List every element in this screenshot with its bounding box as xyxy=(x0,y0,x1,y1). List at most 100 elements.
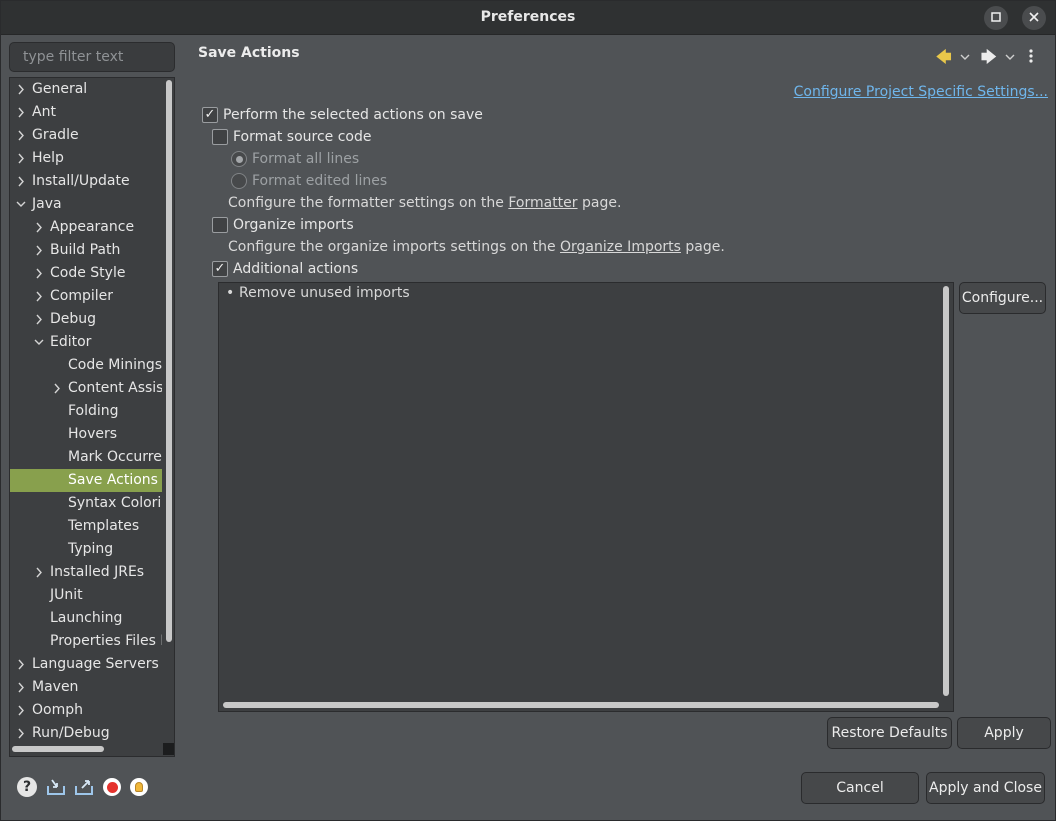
tree-item-label: Content Assist xyxy=(68,380,162,396)
tip-icon[interactable] xyxy=(128,776,150,798)
tree-item-installed-jres[interactable]: Installed JREs xyxy=(10,561,162,584)
forward-history-chevron-down-icon[interactable] xyxy=(1005,48,1015,71)
tree-item-save-actions[interactable]: Save Actions xyxy=(10,469,162,492)
tree-item-label: Maven xyxy=(32,679,79,695)
chevron-down-icon[interactable] xyxy=(32,331,46,354)
chevron-right-icon[interactable] xyxy=(14,699,28,722)
tree-item-typing[interactable]: Typing xyxy=(10,538,162,561)
tree-item-label: Compiler xyxy=(50,288,114,304)
tree-item-label: Debug xyxy=(50,311,97,327)
tree-item-mark-occurrences[interactable]: Mark Occurrences xyxy=(10,446,162,469)
chevron-right-icon[interactable] xyxy=(14,653,28,676)
organize-desc-prefix: Configure the organize imports settings … xyxy=(228,239,561,255)
chevron-right-icon[interactable] xyxy=(32,308,46,331)
chevron-right-icon[interactable] xyxy=(32,262,46,285)
tree-item-editor[interactable]: Editor xyxy=(10,331,162,354)
tree-item-run-debug[interactable]: Run/Debug xyxy=(10,722,162,742)
chevron-right-icon[interactable] xyxy=(32,285,46,308)
filter-input[interactable] xyxy=(9,42,175,72)
chevron-right-icon[interactable] xyxy=(32,239,46,262)
tree-item-label: Editor xyxy=(50,334,92,350)
tree-item-hovers[interactable]: Hovers xyxy=(10,423,162,446)
tree-item-junit[interactable]: JUnit xyxy=(10,584,162,607)
tree-item-general[interactable]: General xyxy=(10,78,162,101)
tree-item-install-update[interactable]: Install/Update xyxy=(10,170,162,193)
tree-item-properties-files-editor[interactable]: Properties Files Editor xyxy=(10,630,162,653)
checkbox-checked-icon: ✓ xyxy=(212,261,228,277)
tree-item-label: Ant xyxy=(32,104,56,120)
export-icon[interactable] xyxy=(73,776,95,798)
chevron-right-icon[interactable] xyxy=(32,561,46,584)
tree-item-code-minings[interactable]: Code Minings xyxy=(10,354,162,377)
help-icon[interactable]: ? xyxy=(17,777,37,797)
chevron-right-icon[interactable] xyxy=(14,722,28,742)
cancel-button[interactable]: Cancel xyxy=(801,772,919,804)
maximize-button[interactable] xyxy=(984,6,1008,30)
tree-item-oomph[interactable]: Oomph xyxy=(10,699,162,722)
tree-item-build-path[interactable]: Build Path xyxy=(10,239,162,262)
additional-actions-list[interactable]: • Remove unused imports xyxy=(218,282,954,712)
tree-item-label: Typing xyxy=(68,541,114,557)
tree-item-java[interactable]: Java xyxy=(10,193,162,216)
tree-item-gradle[interactable]: Gradle xyxy=(10,124,162,147)
back-arrow-icon[interactable]: 🡄 xyxy=(936,48,952,66)
tree-item-label: Hovers xyxy=(68,426,118,442)
tree-item-language-servers[interactable]: Language Servers xyxy=(10,653,162,676)
configure-project-settings-link[interactable]: Configure Project Specific Settings... xyxy=(794,84,1048,100)
chevron-right-icon[interactable] xyxy=(14,147,28,170)
chevron-right-icon[interactable] xyxy=(14,101,28,124)
list-vertical-scrollbar[interactable] xyxy=(943,286,949,696)
page-title: Save Actions xyxy=(198,45,300,61)
tree-item-label: Gradle xyxy=(32,127,79,143)
configure-button[interactable]: Configure... xyxy=(959,282,1046,314)
list-horizontal-scrollbar[interactable] xyxy=(223,702,939,708)
tree-item-ant[interactable]: Ant xyxy=(10,101,162,124)
tree-item-label: Install/Update xyxy=(32,173,130,189)
tree-item-label: Java xyxy=(32,196,62,212)
chevron-right-icon[interactable] xyxy=(14,124,28,147)
tree-item-debug[interactable]: Debug xyxy=(10,308,162,331)
tree-item-content-assist[interactable]: Content Assist xyxy=(10,377,162,400)
back-history-chevron-down-icon[interactable] xyxy=(960,48,970,71)
close-button[interactable] xyxy=(1022,6,1046,30)
import-icon[interactable] xyxy=(45,776,67,798)
tree-item-label: Code Minings xyxy=(68,357,162,373)
preferences-tree[interactable]: General Ant Gradle Help Install/Update Java Ap… xyxy=(9,77,175,757)
tree-item-templates[interactable]: Templates xyxy=(10,515,162,538)
tree-item-label: Oomph xyxy=(32,702,83,718)
tree-horizontal-scrollbar[interactable] xyxy=(12,746,104,752)
maximize-icon xyxy=(991,11,1001,26)
preferences-window: Preferences General Ant Gradle Help Install/… xyxy=(0,0,1056,821)
organize-imports-description: Configure the organize imports settings … xyxy=(228,237,725,257)
formatter-link[interactable]: Formatter xyxy=(508,195,577,211)
view-menu-icon[interactable] xyxy=(1029,48,1033,68)
tree-item-maven[interactable]: Maven xyxy=(10,676,162,699)
chevron-right-icon[interactable] xyxy=(14,170,28,193)
tree-item-label: Language Servers xyxy=(32,656,159,672)
tree-item-folding[interactable]: Folding xyxy=(10,400,162,423)
organize-desc-suffix: page. xyxy=(680,239,725,255)
tree-item-compiler[interactable]: Compiler xyxy=(10,285,162,308)
tree-item-appearance[interactable]: Appearance xyxy=(10,216,162,239)
tree-vertical-scrollbar[interactable] xyxy=(166,80,172,642)
apply-button[interactable]: Apply xyxy=(957,717,1051,749)
chevron-down-icon[interactable] xyxy=(14,193,28,216)
chevron-right-icon[interactable] xyxy=(14,78,28,101)
restore-defaults-button[interactable]: Restore Defaults xyxy=(827,717,952,749)
tree-item-help[interactable]: Help xyxy=(10,147,162,170)
record-icon[interactable] xyxy=(101,776,123,798)
tree-item-code-style[interactable]: Code Style xyxy=(10,262,162,285)
list-item-text: Remove unused imports xyxy=(239,285,410,301)
tree-item-launching[interactable]: Launching xyxy=(10,607,162,630)
tree-item-label: Templates xyxy=(68,518,140,534)
tree-item-label: Installed JREs xyxy=(50,564,145,580)
tree-item-label: Build Path xyxy=(50,242,121,258)
apply-and-close-button[interactable]: Apply and Close xyxy=(926,772,1045,804)
chevron-right-icon[interactable] xyxy=(14,676,28,699)
chevron-right-icon[interactable] xyxy=(50,377,64,400)
forward-arrow-icon[interactable]: 🡆 xyxy=(981,48,997,66)
tree-item-label: Launching xyxy=(50,610,123,626)
tree-item-syntax-coloring[interactable]: Syntax Coloring xyxy=(10,492,162,515)
chevron-right-icon[interactable] xyxy=(32,216,46,239)
organize-imports-link[interactable]: Organize Imports xyxy=(560,239,681,255)
